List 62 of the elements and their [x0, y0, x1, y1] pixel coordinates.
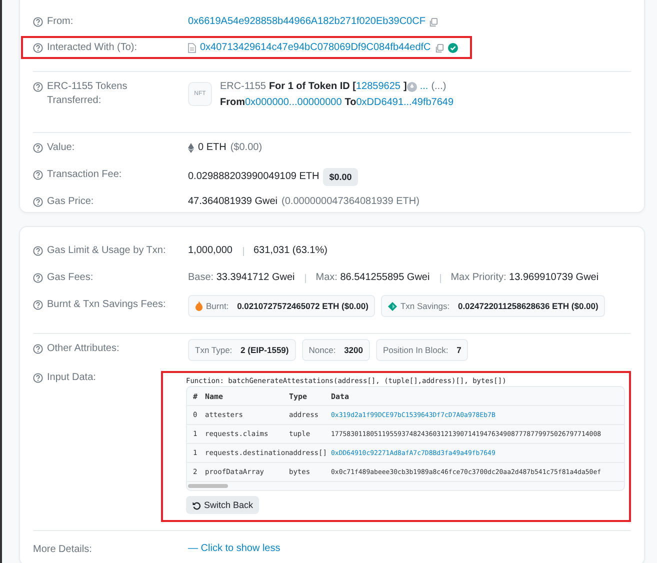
address-link[interactable]: 0x000000...00000000	[245, 96, 342, 110]
help-icon	[33, 300, 43, 310]
help-icon	[33, 143, 43, 153]
row-label: Interacted With (To):	[47, 41, 138, 55]
help-icon	[33, 170, 43, 180]
row-label: Gas Limit & Usage by Txn:	[47, 244, 166, 258]
help-icon	[33, 82, 43, 92]
address-link[interactable]: 0x40713429614c47e94bC078069Df9C084fb44edfC	[200, 41, 431, 55]
bracket-text: ]	[404, 80, 407, 94]
row-label: Other Attributes:	[47, 342, 120, 356]
help-icon	[33, 17, 43, 27]
address-link[interactable]: 0xDD6491...49fb7649	[356, 96, 454, 110]
gas-limit: 1,000,000	[188, 244, 232, 258]
flame-icon	[195, 301, 203, 311]
fee-amount: 0.029888203990049109 ETH	[188, 170, 320, 184]
help-icon	[33, 344, 43, 354]
value-amount: 0 ETH	[198, 141, 226, 155]
row-label: Burnt & Txn Savings Fees:	[47, 298, 166, 312]
gas-price-amount: 47.364081939 Gwei	[188, 195, 278, 209]
row-label: Input Data:	[47, 371, 96, 385]
gas-fee-text: Base: 33.3941712 Gwei	[188, 271, 295, 285]
ethereum-icon	[188, 143, 194, 153]
row-label: More Details:	[33, 544, 93, 554]
copy-icon[interactable]	[429, 18, 438, 26]
row-label: From:	[47, 15, 74, 29]
diamond-icon	[388, 302, 398, 310]
to-word: To	[344, 96, 356, 110]
attribute-pill: Position In Block: 7	[376, 339, 468, 361]
fee-pill: Txn Savings: 0.024722011258628636 ETH ($0.00)	[381, 295, 606, 317]
row-label: Gas Fees:	[47, 271, 94, 285]
help-icon	[33, 273, 43, 283]
switch-back-button[interactable]: Switch Back	[186, 496, 260, 514]
fee-pill: Burnt: 0.0210727572465072 ETH ($0.00)	[188, 295, 376, 317]
help-icon	[33, 373, 43, 383]
row-label: Gas Price:	[47, 195, 94, 209]
help-icon	[33, 246, 43, 256]
token-standard: ERC-1155	[220, 80, 266, 94]
value-usd: ($0.00)	[230, 141, 262, 155]
row-label: Transaction Fee:	[47, 168, 122, 182]
token-name-link[interactable]: ...	[420, 80, 428, 94]
document-icon	[188, 43, 196, 53]
address-link[interactable]: 0x6619A54e928858b44966A182b271f020Eb39C0CF	[188, 15, 426, 29]
copy-icon[interactable]	[434, 44, 444, 52]
gas-fee-text: Max Priority: 13.969910739 Gwei	[450, 271, 599, 285]
undo-icon	[192, 500, 201, 510]
show-less-link[interactable]: — Click to show less	[188, 542, 280, 556]
scrollbar-thumb[interactable]	[188, 484, 228, 488]
token-id-link[interactable]: 12859625	[356, 80, 400, 94]
token-icon	[406, 82, 417, 92]
attribute-pill: Nonce: 3200	[302, 339, 370, 361]
token-symbol: (...)	[431, 80, 446, 94]
help-icon	[33, 43, 43, 53]
gas-price-eth: (0.000000047364081939 ETH)	[282, 195, 420, 209]
token-amount-text: For 1 of Token ID [	[268, 80, 356, 94]
gas-usage: 631,031 (63.1%)	[254, 244, 328, 258]
usd-badge: $0.00	[323, 168, 358, 186]
attribute-pill: Txn Type: 2 (EIP-1559)	[188, 339, 296, 361]
row-label: Value:	[47, 141, 75, 155]
row-label: ERC-1155 Tokens Transferred:	[47, 80, 128, 108]
help-icon	[33, 197, 43, 207]
from-word: From	[220, 96, 245, 110]
gas-fee-text: Max: 86.541255895 Gwei	[316, 271, 430, 285]
